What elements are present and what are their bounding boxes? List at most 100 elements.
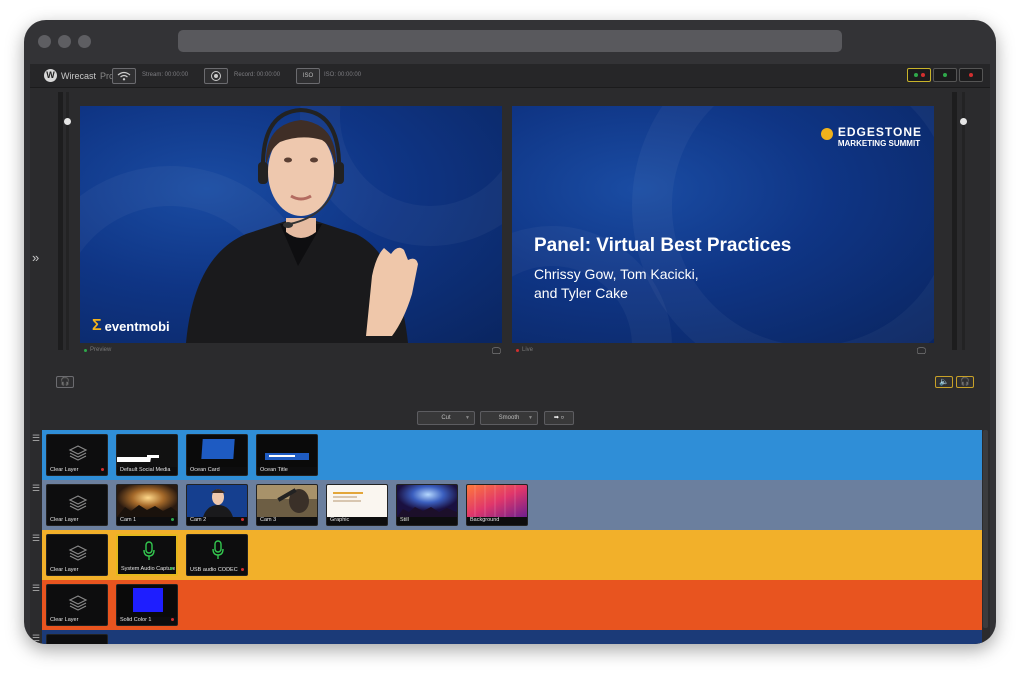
wirecast-logo-icon: W (44, 69, 57, 82)
layer-band[interactable] (42, 580, 982, 630)
shot-tile[interactable]: Clear Layer (46, 434, 108, 476)
edgestone-logo: EDGESTONE MARKETING SUMMIT (820, 126, 922, 149)
shot-label: Clear Layer (50, 567, 79, 573)
shot-label: Graphic (330, 517, 350, 523)
go-button[interactable]: ➡ ○ (544, 411, 574, 425)
green-light-icon (943, 73, 947, 77)
cut-transition-select[interactable]: Cut ▼ (417, 411, 475, 425)
headphones-button-right[interactable]: 🎧 (956, 376, 974, 388)
red-light-icon (969, 73, 973, 77)
preview-indicator[interactable] (933, 68, 957, 82)
shot-status-dot (170, 567, 173, 570)
layer-menu-icon[interactable]: ☰ (32, 433, 40, 444)
shot-tile[interactable]: Still (396, 484, 458, 526)
stream-timer: Stream: 00:00:00 (142, 72, 189, 78)
cut-label: Cut (441, 415, 451, 421)
shot-label: Still (400, 517, 409, 523)
live-indicator[interactable] (959, 68, 983, 82)
solid-color-thumbnail (117, 585, 177, 617)
volume-slider-knob-left[interactable] (64, 118, 71, 125)
expand-sidebar-icon[interactable]: » (32, 250, 39, 265)
record-timer: Record: 00:00:00 (234, 72, 281, 78)
layer-menu-icon[interactable]: ☰ (32, 583, 40, 594)
layer-row-4: ☰ Clear Layer Solid Color 1 (30, 580, 990, 630)
minimize-window-dot[interactable] (58, 35, 71, 48)
shot-tile[interactable]: Default Social Media (116, 434, 178, 476)
shot-label: Clear Layer (50, 467, 79, 473)
shot-label: Solid Color 1 (120, 617, 152, 623)
smooth-label: Smooth (498, 415, 520, 421)
graphic-thumbnail (327, 485, 387, 517)
layer-band[interactable] (42, 530, 982, 580)
shot-label: Default Social Media (120, 467, 171, 473)
preview-live-indicator[interactable] (907, 68, 931, 82)
close-window-dot[interactable] (38, 35, 51, 48)
headphones-button-left[interactable]: 🎧 (56, 376, 74, 388)
shot-tile[interactable]: Clear Layer (46, 584, 108, 626)
layers-icon (47, 485, 107, 517)
shot-tile[interactable]: Clear Layer (46, 484, 108, 526)
preview-label: Preview (90, 347, 112, 353)
layers-icon (47, 435, 107, 467)
layers-icon (47, 535, 107, 567)
chevron-down-icon: ▼ (528, 415, 533, 421)
wirecast-app: W Wirecast Pro Stream: 00:00:00 Record: … (30, 64, 990, 644)
iso-timer: ISO: 00:00:00 (324, 72, 362, 78)
shot-label: System Audio Capture (121, 566, 175, 572)
maximize-window-dot[interactable] (78, 35, 91, 48)
shot-tile[interactable]: Cam 1 (116, 484, 178, 526)
layers-scrollbar[interactable] (983, 430, 988, 628)
speaker-button[interactable]: 🔈 (935, 376, 953, 388)
smooth-transition-select[interactable]: Smooth ▼ (480, 411, 538, 425)
speaker-icon: 🔈 (939, 377, 949, 386)
cam-2-thumbnail (187, 485, 247, 517)
volume-slider-track-left[interactable] (66, 92, 69, 350)
shot-status-dot (241, 568, 244, 571)
wifi-icon (117, 71, 131, 81)
layer-band[interactable] (42, 630, 982, 644)
shot-tile[interactable]: Graphic (326, 484, 388, 526)
top-toolbar: W Wirecast Pro Stream: 00:00:00 Record: … (30, 64, 990, 88)
headphones-icon: 🎧 (60, 377, 70, 386)
layer-menu-icon[interactable]: ☰ (32, 633, 40, 644)
cam-3-thumbnail (257, 485, 317, 517)
preview-status: Preview (84, 347, 111, 353)
shot-tile[interactable] (46, 634, 108, 644)
layer-menu-icon[interactable]: ☰ (32, 533, 40, 544)
layer-menu-icon[interactable]: ☰ (32, 483, 40, 494)
live-label: Live (522, 347, 534, 353)
shot-status-dot (241, 518, 244, 521)
layer-row-2: ☰ Clear Layer Cam 1 Cam 2 Cam 3 Graphic Still B… (30, 480, 990, 530)
layers-icon (47, 585, 107, 617)
shot-tile[interactable]: USB audio CODEC (186, 534, 248, 576)
volume-slider-knob-right[interactable] (960, 118, 967, 125)
shot-tile[interactable]: Ocean Title (256, 434, 318, 476)
shot-label: Cam 1 (120, 517, 137, 523)
record-button[interactable] (204, 68, 228, 84)
shot-tile[interactable]: Background (466, 484, 528, 526)
background-thumbnail (467, 485, 527, 517)
stream-button[interactable] (112, 68, 136, 84)
shot-label: Clear Layer (50, 517, 79, 523)
live-status: Live (516, 347, 533, 353)
shot-tile[interactable]: Ocean Card (186, 434, 248, 476)
volume-slider-track-right[interactable] (962, 92, 965, 350)
live-dot-icon (516, 348, 519, 352)
shot-tile[interactable]: Cam 2 (186, 484, 248, 526)
cam-1-thumbnail (117, 485, 177, 517)
iso-button[interactable]: ISO (296, 68, 320, 84)
shot-tile[interactable]: Solid Color 1 (116, 584, 178, 626)
shot-label: Clear Layer (50, 617, 79, 623)
red-light-icon (920, 73, 925, 77)
monitor-icon[interactable]: 🖵 (917, 346, 926, 357)
shot-tile[interactable]: Cam 3 (256, 484, 318, 526)
shot-tile[interactable]: Clear Layer (46, 534, 108, 576)
layer-row-5: ☰ (30, 630, 990, 644)
shot-tile[interactable]: System Audio Capture (116, 534, 178, 576)
preview-monitor[interactable]: Σ eventmobi (80, 106, 502, 343)
monitor-icon[interactable]: 🖵 (492, 346, 501, 357)
eventmobi-logo: Σ eventmobi (92, 317, 170, 335)
live-monitor[interactable]: EDGESTONE MARKETING SUMMIT Panel: Virtua… (512, 106, 934, 343)
layer-band[interactable] (42, 430, 982, 480)
chevron-down-icon: ▼ (465, 415, 470, 421)
